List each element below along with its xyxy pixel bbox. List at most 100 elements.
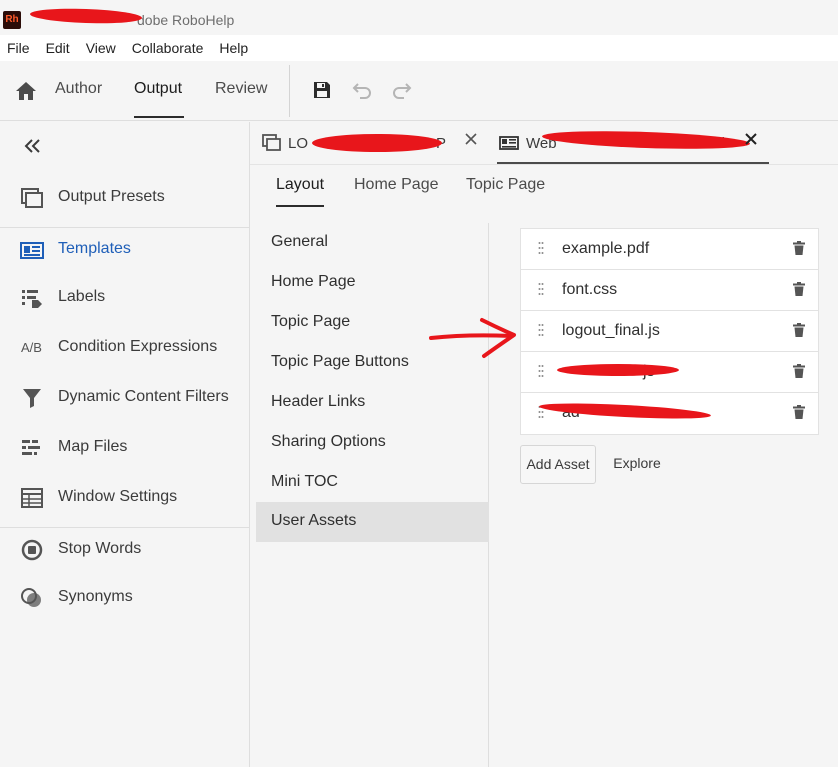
asset-name: logout_final.js xyxy=(562,322,660,339)
settings-item-mini-toc[interactable]: Mini TOC xyxy=(256,463,489,503)
tab-review[interactable]: Review xyxy=(215,80,267,98)
list-item[interactable]: js xyxy=(521,352,818,393)
map-files-icon xyxy=(22,440,40,455)
trash-icon[interactable] xyxy=(793,282,805,296)
doc-tab-label: LO xyxy=(288,135,309,152)
list-item[interactable]: font.css xyxy=(521,270,818,311)
active-doc-tab-indicator xyxy=(497,162,769,164)
sidebar-item-label: Window Settings xyxy=(58,488,178,505)
toolbar: Author Output Review xyxy=(0,61,838,121)
save-icon[interactable] xyxy=(311,79,333,101)
sidebar-item-dynamic-content-filters[interactable]: Dynamic Content Filters xyxy=(0,376,249,420)
window-settings-icon xyxy=(21,488,43,508)
redaction-mark xyxy=(541,128,751,152)
sidebar-item-window-settings[interactable]: Window Settings xyxy=(0,476,249,520)
sidebar-item-label: Synonyms xyxy=(58,588,133,605)
tab-topic-page[interactable]: Topic Page xyxy=(466,176,545,194)
settings-item-label: Header Links xyxy=(271,393,366,410)
drag-handle-icon[interactable] xyxy=(538,282,544,296)
settings-item-label: Home Page xyxy=(271,273,356,290)
settings-item-label: Sharing Options xyxy=(271,433,386,450)
robohelp-logo-icon: Rh xyxy=(3,11,21,29)
sidebar-item-output-presets[interactable]: Output Presets xyxy=(0,176,249,220)
settings-item-label: Topic Page xyxy=(271,313,351,330)
menu-edit[interactable]: Edit xyxy=(46,40,70,56)
add-asset-button[interactable]: Add Asset xyxy=(520,445,596,484)
trash-icon[interactable] xyxy=(793,323,805,337)
asset-name: example.pdf xyxy=(562,240,650,257)
menu-collaborate[interactable]: Collaborate xyxy=(132,40,204,56)
filter-icon xyxy=(23,389,41,408)
drag-handle-icon[interactable] xyxy=(538,364,544,378)
settings-item-user-assets[interactable]: User Assets xyxy=(256,502,489,542)
settings-item-home-page[interactable]: Home Page xyxy=(256,263,489,303)
trash-icon[interactable] xyxy=(793,405,805,419)
menu-file[interactable]: File xyxy=(7,40,30,56)
list-item[interactable]: ad xyxy=(521,393,818,434)
settings-item-general[interactable]: General xyxy=(256,223,489,263)
sidebar-item-labels[interactable]: Labels xyxy=(0,276,249,320)
sidebar-item-label: Output Presets xyxy=(58,188,165,205)
undo-icon[interactable] xyxy=(351,79,373,101)
template-subtabs: Layout Home Page Topic Page xyxy=(250,165,838,223)
sidebar-item-label: Condition Expressions xyxy=(58,338,218,355)
collapse-panel-icon[interactable] xyxy=(22,136,44,156)
list-item[interactable]: example.pdf xyxy=(521,229,818,270)
templates-icon xyxy=(499,136,519,150)
output-left-panel: Output Presets Templates Labels A/B Cond… xyxy=(0,122,250,767)
trash-icon[interactable] xyxy=(793,241,805,255)
menu-view[interactable]: View xyxy=(86,40,116,56)
user-assets-list: example.pdf font.css logout_final.js xyxy=(520,228,819,435)
templates-icon xyxy=(20,242,44,259)
explore-button[interactable]: Explore xyxy=(607,445,667,484)
tab-output[interactable]: Output xyxy=(134,80,182,98)
list-item[interactable]: logout_final.js xyxy=(521,311,818,352)
settings-item-label: General xyxy=(271,233,328,250)
sidebar-item-map-files[interactable]: Map Files xyxy=(0,426,249,470)
redo-icon[interactable] xyxy=(391,79,413,101)
home-icon[interactable] xyxy=(14,80,38,102)
sidebar-item-label: Labels xyxy=(58,288,106,305)
close-icon[interactable] xyxy=(744,132,758,146)
sidebar-item-stop-words[interactable]: Stop Words xyxy=(0,528,249,572)
layout-settings-nav: General Home Page Topic Page Topic Page … xyxy=(256,223,489,767)
synonyms-icon xyxy=(21,588,41,607)
drag-handle-icon[interactable] xyxy=(538,241,544,255)
ab-icon: A/B xyxy=(21,340,42,355)
sidebar-item-label: Dynamic Content Filters xyxy=(58,388,229,405)
trash-icon[interactable] xyxy=(793,364,805,378)
output-presets-icon xyxy=(21,188,43,208)
asset-name: font.css xyxy=(562,281,618,298)
redaction-mark xyxy=(312,134,442,152)
menu-help[interactable]: Help xyxy=(219,40,248,56)
sidebar-item-label: Stop Words xyxy=(58,540,142,557)
drag-handle-icon[interactable] xyxy=(538,323,544,337)
active-subtab-indicator xyxy=(276,205,324,207)
tab-layout[interactable]: Layout xyxy=(276,176,324,194)
toolbar-divider xyxy=(289,65,290,117)
redaction-mark xyxy=(29,7,143,25)
tab-home-page[interactable]: Home Page xyxy=(354,176,439,194)
settings-item-label: Topic Page Buttons xyxy=(271,353,409,370)
active-tab-indicator xyxy=(134,116,184,118)
redaction-mark xyxy=(557,364,679,376)
menu-bar: File Edit View Collaborate Help xyxy=(0,35,838,61)
labels-icon xyxy=(22,290,42,308)
annotation-arrow xyxy=(429,318,516,358)
close-icon[interactable] xyxy=(464,132,478,146)
stop-words-icon xyxy=(21,539,43,561)
title-bar: Rh dobe RoboHelp xyxy=(0,0,838,35)
settings-item-label: Mini TOC xyxy=(271,473,338,490)
settings-item-label: User Assets xyxy=(271,512,357,529)
sidebar-item-label: Map Files xyxy=(58,438,128,455)
settings-item-sharing-options[interactable]: Sharing Options xyxy=(256,423,489,463)
settings-item-header-links[interactable]: Header Links xyxy=(256,383,489,423)
document-tabs: LO P Web eel xyxy=(250,122,838,165)
window-title: dobe RoboHelp xyxy=(137,12,235,28)
tab-author[interactable]: Author xyxy=(55,80,102,98)
sidebar-item-synonyms[interactable]: Synonyms xyxy=(0,576,249,620)
output-presets-icon xyxy=(262,134,281,151)
sidebar-item-label: Templates xyxy=(58,240,131,257)
sidebar-item-templates[interactable]: Templates xyxy=(0,228,249,272)
sidebar-item-condition-expressions[interactable]: A/B Condition Expressions xyxy=(0,326,249,370)
